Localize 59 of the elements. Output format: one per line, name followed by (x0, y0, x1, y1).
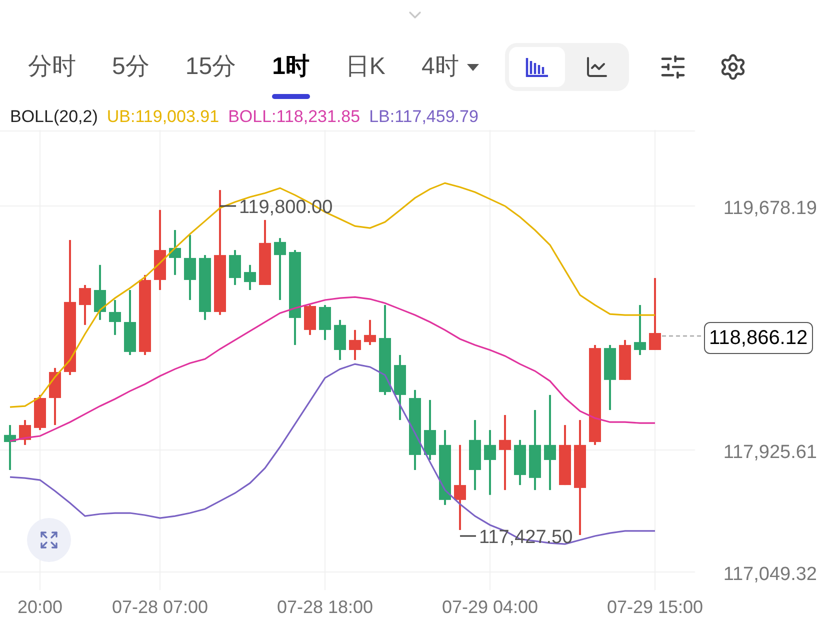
candlestick (49, 368, 61, 426)
indicator-value: LB:117,459.79 (369, 106, 478, 128)
candlestick (469, 420, 481, 490)
price-axis-label: 117,925.61 (723, 441, 817, 465)
settings-icon[interactable] (718, 53, 747, 81)
candlestick (619, 340, 631, 380)
candlestick (199, 255, 211, 320)
candlestick (244, 264, 256, 290)
expand-button[interactable] (27, 518, 71, 562)
candlestick (274, 238, 286, 300)
candlestick (349, 330, 361, 360)
timeframe-tab[interactable]: 日K (345, 37, 386, 97)
candlestick (19, 420, 31, 445)
candlestick (394, 355, 406, 420)
candlestick (649, 278, 661, 350)
candlestick (484, 430, 496, 495)
candlestick (229, 250, 241, 285)
candlestick (514, 440, 526, 486)
candlestick (124, 290, 136, 355)
timeframe-tab[interactable]: 1时 (272, 37, 310, 97)
bars-icon (524, 57, 549, 77)
leader-line (460, 535, 476, 537)
current-price-tag: 118,866.12 (704, 322, 813, 354)
time-axis-label: 07-29 15:00 (606, 596, 704, 619)
candlestick (319, 305, 331, 340)
indicator-value: BOLL:118,231.85 (228, 106, 360, 128)
candlestick (94, 264, 106, 320)
candlestick (34, 394, 46, 430)
candlestick (109, 300, 121, 335)
timeframe-tab[interactable]: 5分 (112, 37, 150, 97)
candlestick (184, 235, 196, 300)
timeframe-tab[interactable]: 4时 (421, 37, 479, 97)
time-axis-label: 07-29 04:00 (442, 596, 538, 619)
time-axis-label: 07-28 18:00 (276, 596, 374, 619)
candlestick (424, 400, 436, 460)
candlestick (304, 305, 316, 335)
price-axis-label: 119,678.19 (723, 197, 817, 221)
timeframe-tab[interactable]: 15分 (185, 37, 236, 97)
candlestick (634, 305, 646, 355)
candlestick (334, 320, 346, 360)
candlestick (169, 230, 181, 275)
caret-icon (466, 64, 479, 70)
candlestick (604, 344, 616, 410)
price-axis-label: 117,049.32 (723, 563, 817, 587)
candlestick (79, 284, 91, 325)
time-axis-label: 07-28 07:00 (112, 596, 208, 619)
leader-line (220, 205, 236, 207)
candlestick (4, 425, 16, 470)
candlestick (364, 320, 376, 345)
candlestick (259, 220, 271, 285)
sliders-icon[interactable] (658, 53, 687, 81)
indicator-name: BOLL(20,2) (10, 106, 98, 128)
timeframe-tab[interactable]: 分时 (28, 37, 76, 97)
time-axis-label: 20:00 (17, 596, 63, 619)
line-chart-icon (584, 55, 609, 79)
bar-chart-view-button[interactable] (508, 47, 565, 87)
candlestick (559, 425, 571, 486)
expand-icon (39, 530, 59, 550)
indicator-value: UB:119,003.91 (106, 106, 220, 128)
